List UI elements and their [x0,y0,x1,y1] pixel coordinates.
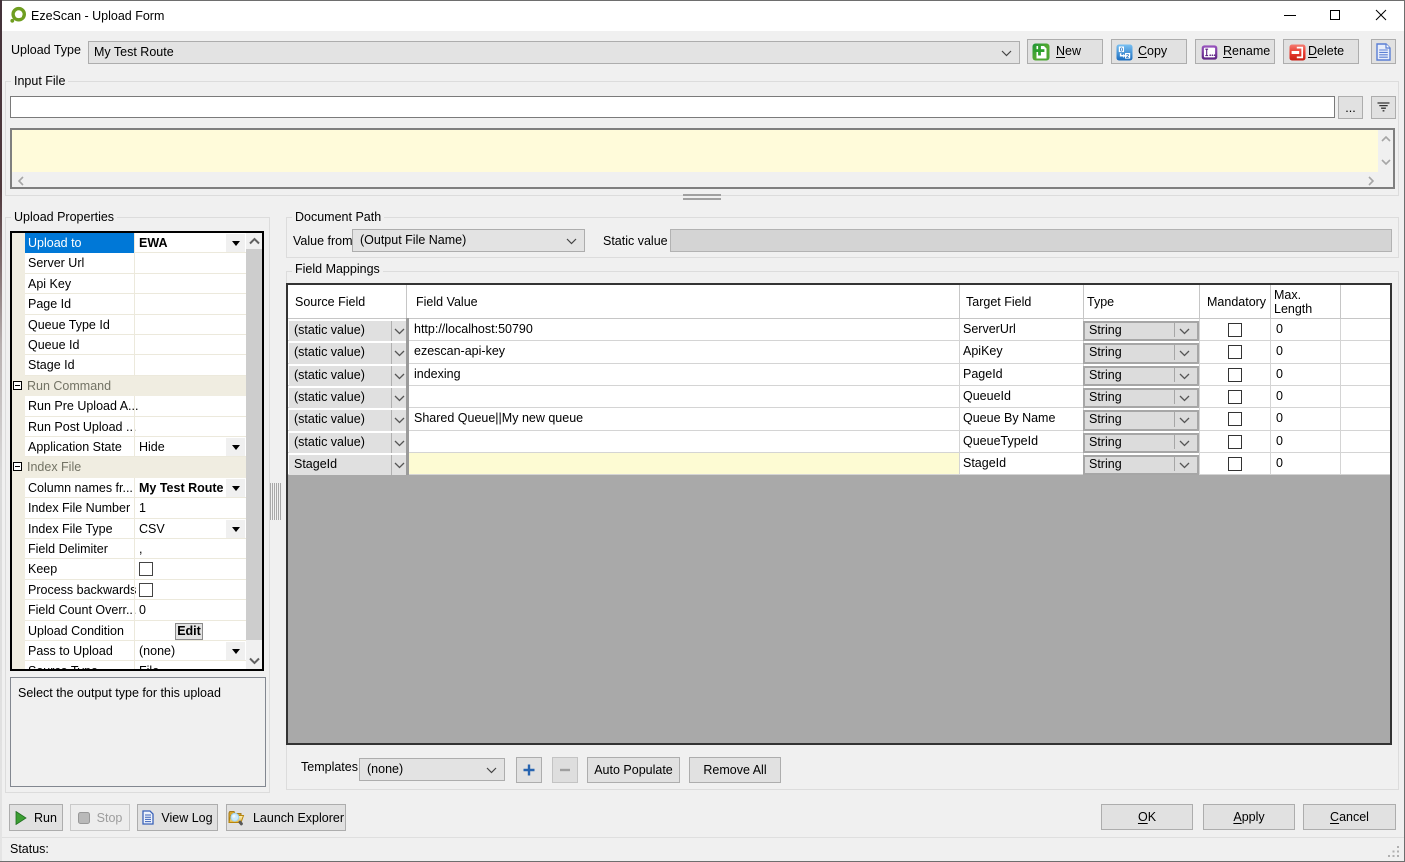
svg-text:2: 2 [1126,54,1129,60]
svg-text:0: 0 [1120,47,1123,53]
